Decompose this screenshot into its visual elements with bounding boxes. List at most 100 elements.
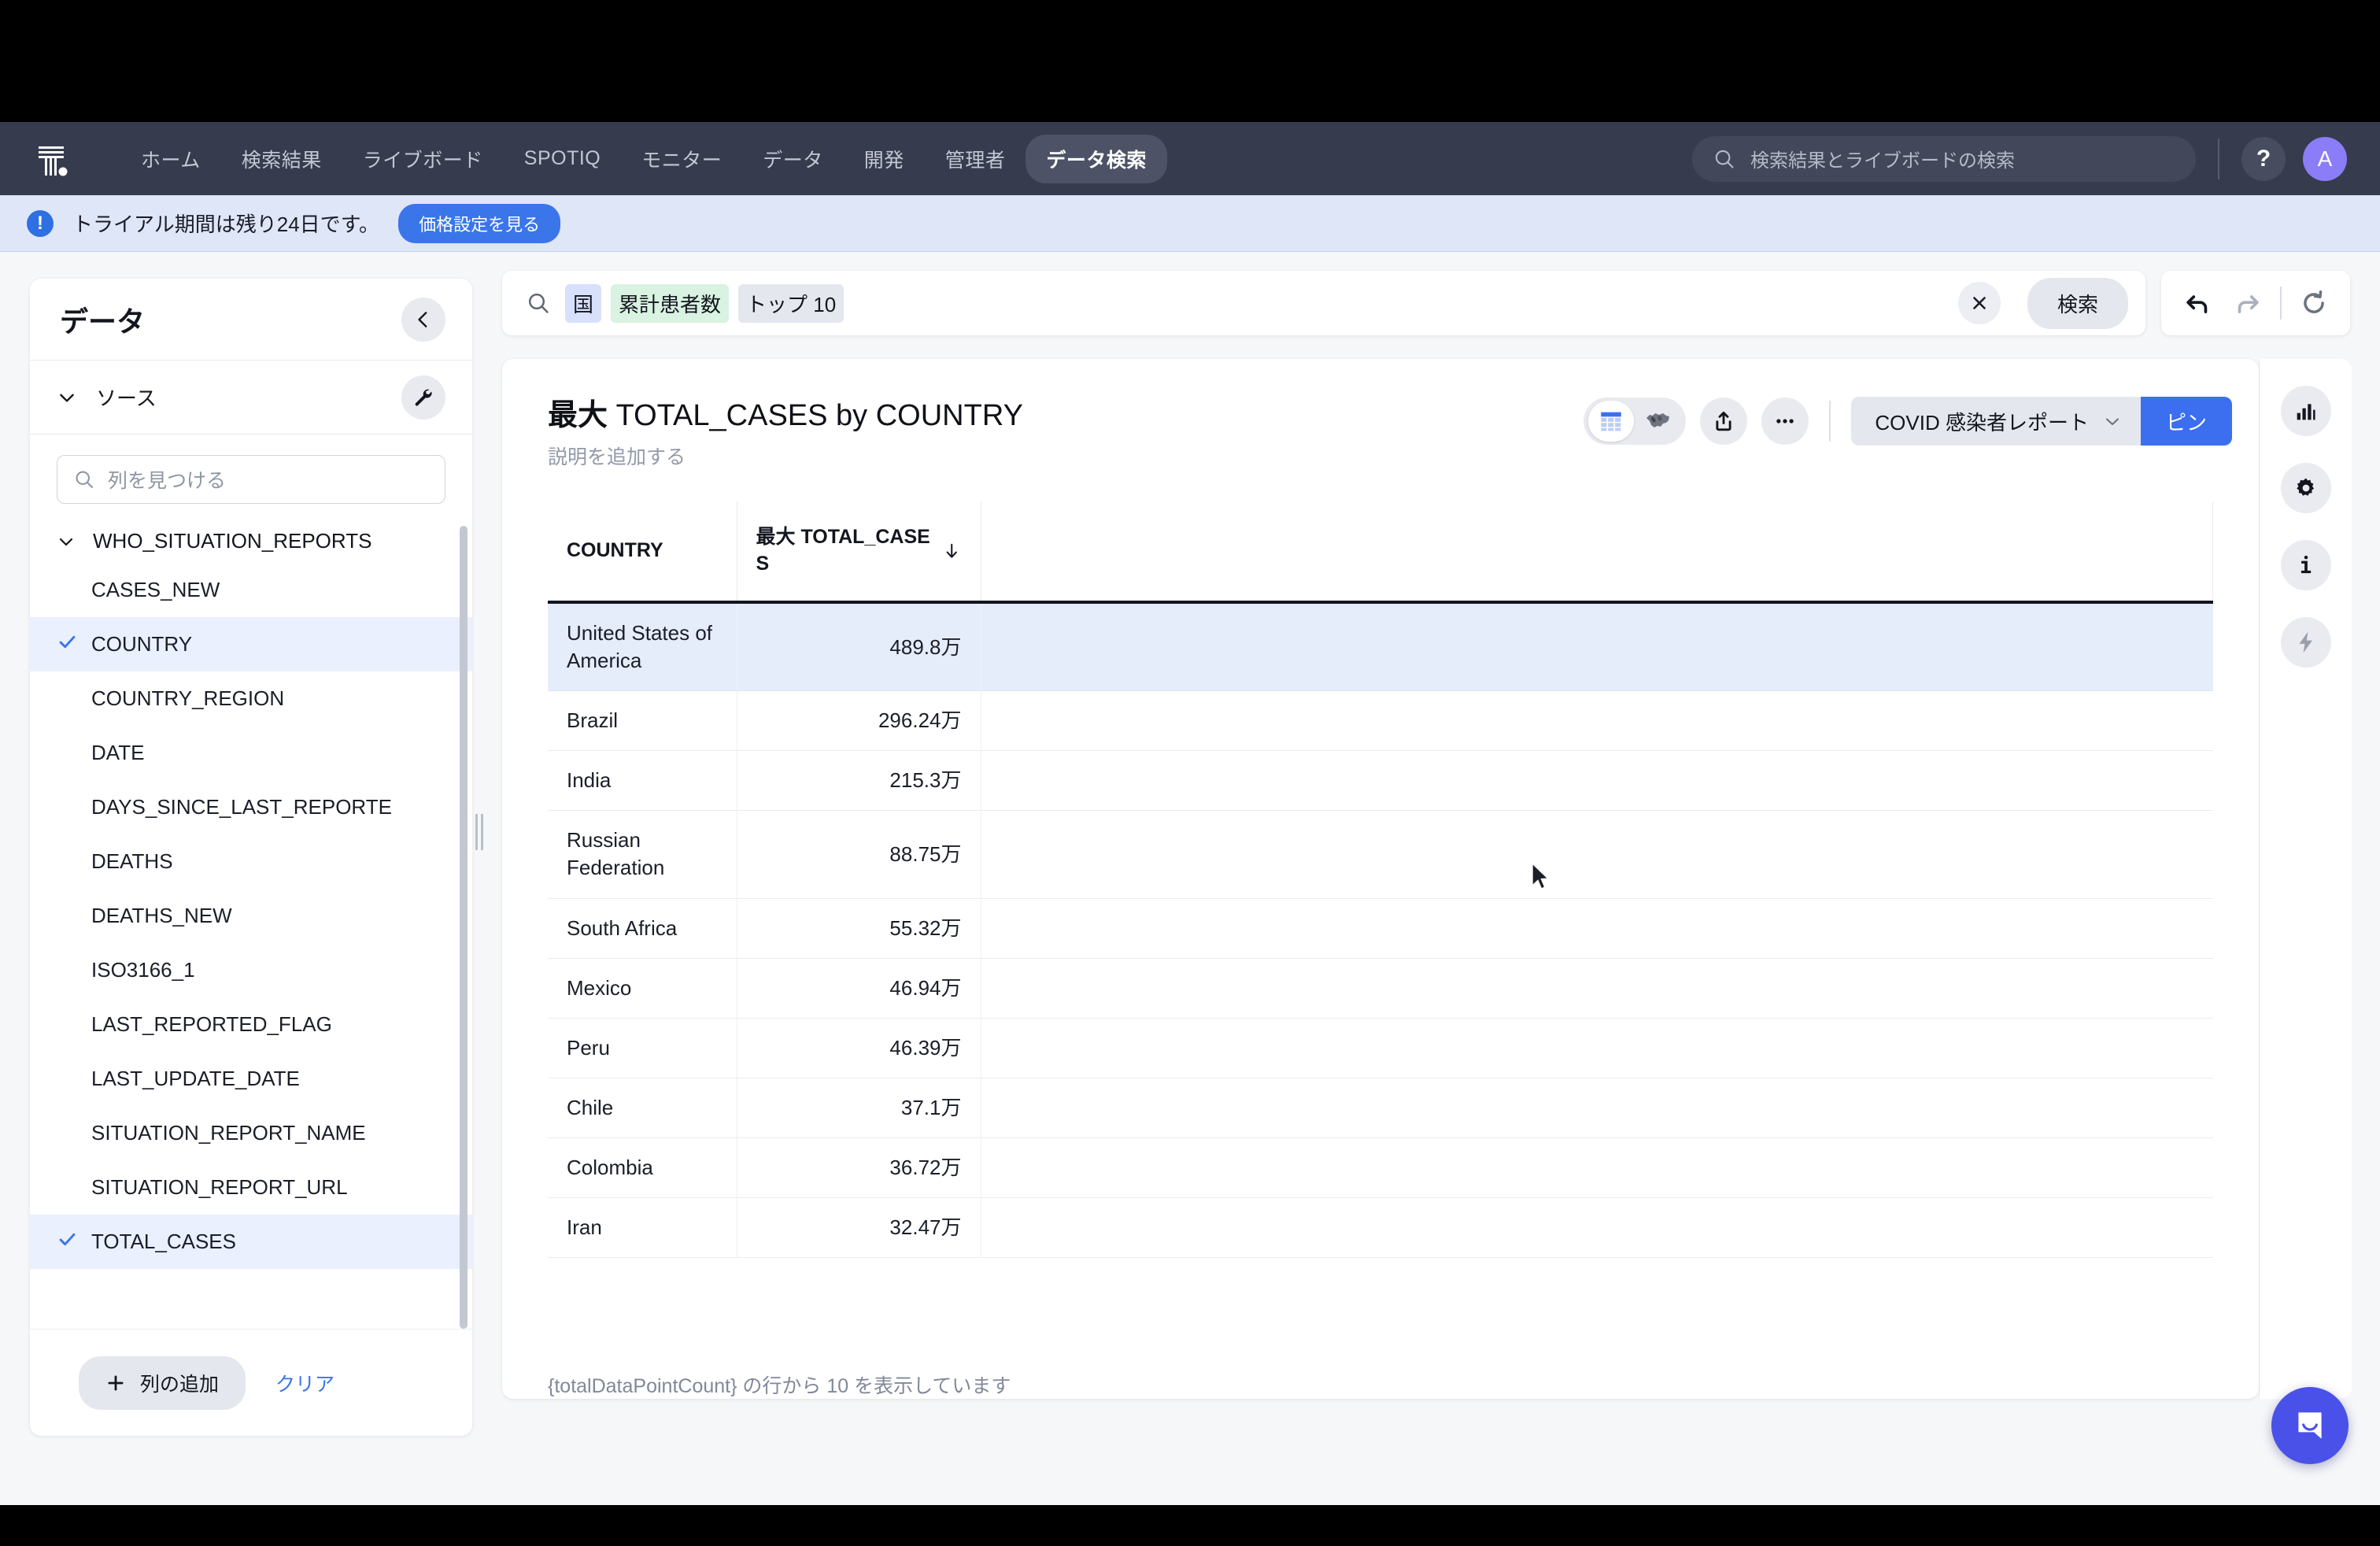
table-row[interactable]: Peru 46.39万 [548,1018,2213,1078]
more-options-button[interactable] [1761,398,1809,445]
table-row[interactable]: Iran 32.47万 [548,1197,2213,1259]
info-button[interactable] [2280,540,2331,590]
lightning-icon [2298,631,2312,653]
table-row[interactable]: Chile 37.1万 [548,1078,2213,1138]
nav-item-liveboards[interactable]: ライブボード [342,135,504,183]
table-row[interactable]: Brazil 296.24万 [548,690,2213,752]
column-item[interactable]: COUNTRY [30,617,472,671]
chat-bubble-button[interactable] [2271,1387,2349,1464]
data-panel: データ ソース 列を見つける WHO_SITUATION_REPORTS CAS… [30,279,472,1436]
clear-columns-link[interactable]: クリア [275,1369,334,1397]
table-row[interactable]: Russian Federation 88.75万 [548,810,2213,899]
column-item[interactable]: SITUATION_REPORT_URL [30,1160,472,1215]
gear-icon [2296,478,2314,496]
search-bar[interactable]: 国累計患者数 トップ 10 検索 [502,271,2145,335]
column-item-label: DATE [91,741,145,764]
cell-empty-3 [981,1258,2213,1348]
column-item[interactable]: CASES_NEW [30,563,472,617]
help-button[interactable]: ? [2241,136,2286,181]
column-item[interactable]: DEATHS_NEW [30,889,472,943]
column-item[interactable]: DAYS_SINCE_LAST_REPORTE [30,780,472,834]
reset-button[interactable] [2296,285,2332,321]
view-pricing-button[interactable]: 価格設定を見る [398,203,561,243]
spotiq-insights-button[interactable] [2280,617,2331,668]
check-icon [59,635,76,648]
settings-button[interactable] [2280,463,2331,513]
chevron-down-icon [60,394,74,402]
share-button[interactable] [1700,398,1748,445]
chevron-left-icon [418,311,427,327]
nav-item-answers[interactable]: 検索結果 [221,135,342,183]
cell-total-cases: 296.24万 [737,690,981,752]
table-row[interactable]: Mexico 46.94万 [548,958,2213,1019]
column-header-country[interactable]: COUNTRY [548,501,737,604]
cell-total-cases: 215.3万 [737,750,981,812]
nav-item-spotiq[interactable]: SPOTIQ [504,137,621,180]
thoughtspot-logo-icon[interactable] [31,136,77,182]
column-item-label: ISO3166_1 [91,958,195,982]
cell-spacer [981,750,2213,812]
run-search-button[interactable]: 検索 [2027,277,2128,329]
cell-spacer [981,1137,2213,1199]
column-item[interactable]: SITUATION_REPORT_NAME [30,1106,472,1160]
chevron-down-icon [2105,418,2119,426]
cell-country: Brazil [548,690,737,752]
table-row[interactable]: United States of America 489.8万 [548,602,2213,692]
cell-spacer [981,898,2213,959]
column-item[interactable]: LAST_UPDATE_DATE [30,1052,472,1106]
column-header-total-cases[interactable]: 最大 TOTAL_CASES [737,501,981,604]
cell-spacer [981,690,2213,752]
find-column-input[interactable]: 列を見つける [57,455,445,504]
top-navigation-bar: ホーム 検索結果 ライブボード SPOTIQ モニター データ 開発 管理者 デ… [0,122,2380,195]
panel-resize-handle[interactable] [475,814,486,850]
more-options-icon [1776,419,1794,423]
cell-country: India [548,750,737,812]
table-row[interactable]: South Africa 55.32万 [548,898,2213,959]
collapse-panel-button[interactable] [401,297,445,342]
clear-search-button[interactable] [1957,282,2001,324]
geo-map-icon[interactable] [1635,401,1681,442]
choose-sources-button[interactable] [401,375,445,420]
nav-item-admin[interactable]: 管理者 [925,135,1026,183]
table-group-header[interactable]: WHO_SITUATION_REPORTS [30,520,472,563]
table-row[interactable]: Colombia 36.72万 [548,1137,2213,1199]
liveboard-selector[interactable]: COVID 感染者レポート [1851,397,2141,446]
cell-total-cases: 37.1万 [737,1078,981,1138]
nav-item-develop[interactable]: 開発 [844,135,925,183]
source-section-header[interactable]: ソース [30,361,472,435]
search-token[interactable]: トップ 10 [738,283,844,323]
table-empty-row [548,1258,2213,1348]
redo-button[interactable] [2230,285,2266,321]
pin-button[interactable]: ピン [2140,397,2232,446]
table-view-icon[interactable] [1588,401,1635,442]
source-left: ソース [57,383,157,412]
chart-config-button[interactable] [2280,386,2331,436]
column-item[interactable]: ISO3166_1 [30,943,472,997]
nav-item-data[interactable]: データ [742,135,844,183]
add-column-button[interactable]: 列の追加 [79,1356,246,1410]
column-item[interactable]: TOTAL_CASES [30,1215,472,1269]
avatar[interactable]: A [2303,136,2347,181]
nav-item-monitor[interactable]: モニター [621,135,742,183]
redo-icon [2238,295,2259,313]
undo-button[interactable] [2179,285,2216,321]
column-item[interactable]: COUNTRY_REGION [30,671,472,726]
answer-wrapper: 最大 TOTAL_CASES by COUNTRY 説明を追加する COVID … [502,359,2380,1399]
page-title[interactable]: 最大 TOTAL_CASES by COUNTRY [548,390,1584,434]
search-token[interactable]: 累計患者数 [611,283,730,323]
cell-total-cases: 88.75万 [737,810,981,899]
cell-empty-2 [737,1258,981,1348]
plus-icon [108,1374,124,1391]
nav-item-search-data[interactable]: データ検索 [1026,134,1167,183]
answer-description-placeholder[interactable]: 説明を追加する [548,442,1584,470]
nav-item-home[interactable]: ホーム [120,135,221,183]
global-search-input[interactable]: 検索結果とライブボードの検索 [1692,135,2196,182]
column-item[interactable]: LAST_REPORTED_FLAG [30,997,472,1052]
table-head: COUNTRY 最大 TOTAL_CASES [548,501,2213,604]
column-list-scrollbar[interactable] [460,526,468,1329]
column-item[interactable]: DATE [30,726,472,780]
bar-chart-icon [2297,404,2315,420]
table-row[interactable]: India 215.3万 [548,750,2213,812]
search-token[interactable]: 国 [565,283,602,323]
column-item[interactable]: DEATHS [30,834,472,889]
